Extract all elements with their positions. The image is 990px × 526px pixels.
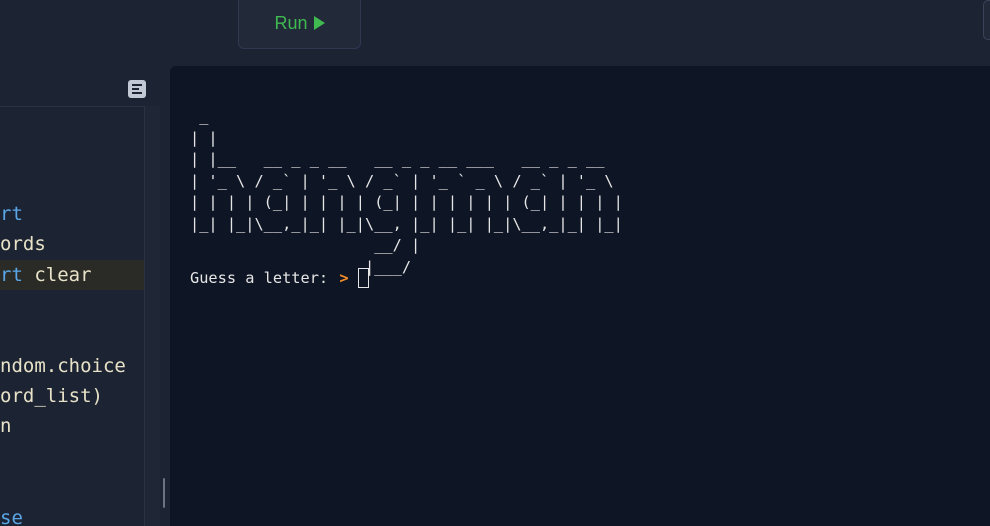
prompt-text: Guess a letter: xyxy=(190,269,338,287)
code-line[interactable]: ords xyxy=(0,229,160,259)
prompt-marker: > xyxy=(339,269,349,287)
text-cursor[interactable] xyxy=(357,268,369,288)
pane-splitter[interactable] xyxy=(160,66,170,526)
pane-divider xyxy=(0,56,990,66)
toolbar-edge-button[interactable] xyxy=(983,0,990,40)
code-line[interactable]: ndom.choice xyxy=(0,351,160,381)
code-line[interactable]: se xyxy=(0,503,160,526)
code-line[interactable]: ord_list) xyxy=(0,381,160,411)
code-line-active[interactable]: rt clear xyxy=(0,260,160,290)
code-line[interactable]: n xyxy=(0,411,160,441)
outline-icon[interactable] xyxy=(128,80,146,98)
editor-scrollbar[interactable] xyxy=(144,106,160,526)
run-button[interactable]: Run xyxy=(238,0,361,49)
input-prompt[interactable]: Guess a letter: > xyxy=(190,267,369,289)
ascii-art-banner: _ | | | |__ __ _ _ __ __ _ _ __ ___ __ _… xyxy=(190,107,623,276)
editor-header xyxy=(0,66,160,106)
top-bar: Run xyxy=(0,0,990,57)
code-line[interactable]: rt xyxy=(0,199,160,229)
editor-body[interactable]: rt ords rt clear ndom.choice ord_list) n… xyxy=(0,106,160,526)
code-editor[interactable]: rt ords rt clear ndom.choice ord_list) n… xyxy=(0,66,160,526)
resize-handle[interactable] xyxy=(163,478,165,508)
console-output[interactable]: _ | | | |__ __ _ _ __ __ _ _ __ ___ __ _… xyxy=(170,66,990,526)
run-label: Run xyxy=(274,12,308,33)
play-icon xyxy=(313,16,325,30)
